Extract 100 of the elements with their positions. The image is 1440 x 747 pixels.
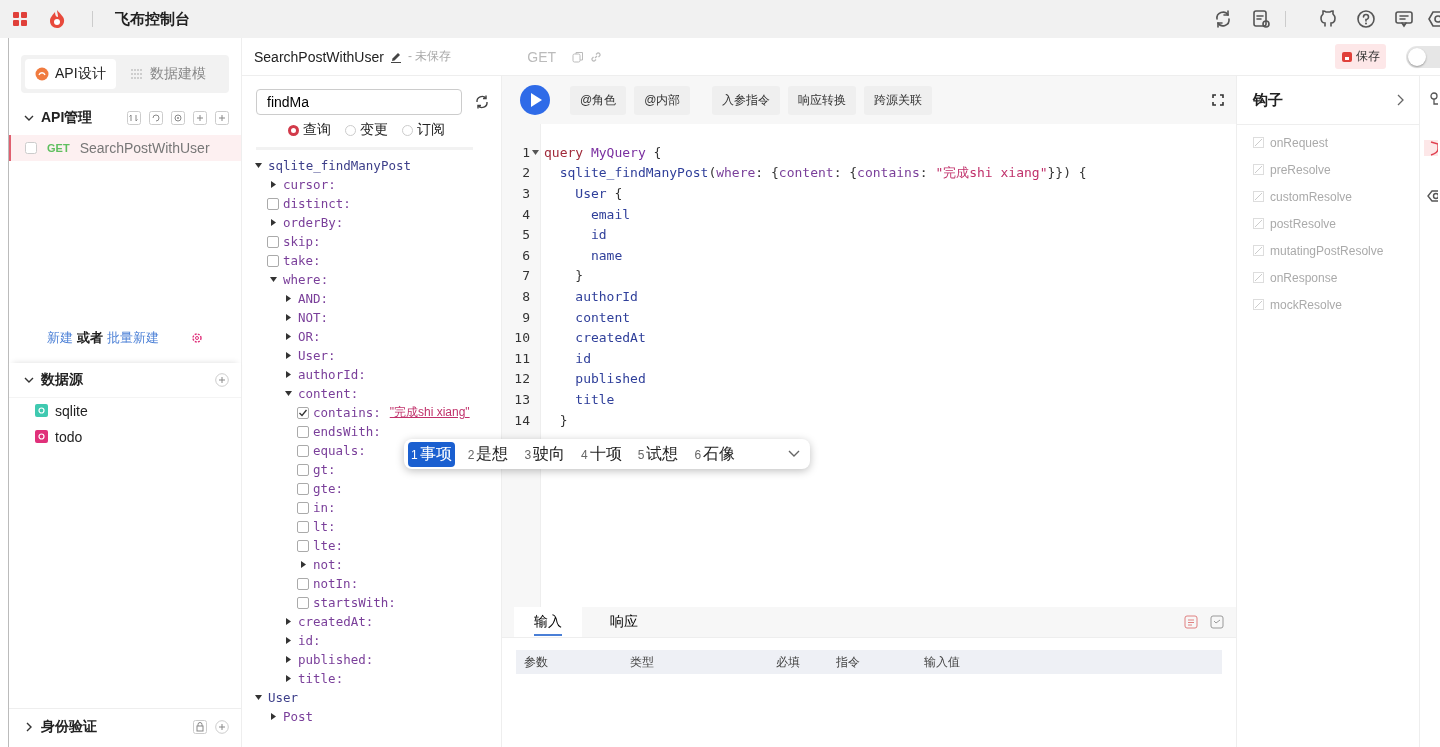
checkbox-icon[interactable] bbox=[297, 444, 309, 457]
candidate-item[interactable]: 5试想 bbox=[634, 441, 682, 467]
candidate-item[interactable]: 4十项 bbox=[578, 441, 625, 467]
flame-icon[interactable] bbox=[48, 9, 66, 29]
datasource-item[interactable]: sqlite bbox=[9, 397, 241, 424]
tree-item[interactable]: contains: "完成shi xiang" bbox=[242, 403, 501, 422]
tree-item[interactable]: gte: bbox=[242, 479, 501, 498]
panel-tab[interactable]: 响应 bbox=[590, 607, 658, 637]
tree-item[interactable]: endsWith: bbox=[242, 422, 501, 441]
candidate-item[interactable]: 3驶向 bbox=[521, 441, 569, 467]
chevron-down-icon[interactable] bbox=[788, 450, 800, 458]
checkbox-icon[interactable] bbox=[297, 463, 309, 476]
triangle-down-icon[interactable] bbox=[269, 275, 278, 284]
tree-item[interactable]: content: bbox=[242, 384, 501, 403]
checkbox-icon[interactable] bbox=[267, 254, 279, 267]
checkbox-icon[interactable] bbox=[297, 501, 309, 514]
triangle-right-icon[interactable] bbox=[284, 636, 293, 645]
tree-item[interactable]: where: bbox=[242, 270, 501, 289]
tree-item[interactable]: NOT: bbox=[242, 308, 501, 327]
tree-item[interactable]: published: bbox=[242, 650, 501, 669]
tree-item[interactable]: not: bbox=[242, 555, 501, 574]
refresh-icon[interactable] bbox=[474, 94, 490, 110]
fold-arrow-icon[interactable] bbox=[532, 148, 539, 156]
triangle-right-icon[interactable] bbox=[299, 560, 308, 569]
triangle-right-icon[interactable] bbox=[269, 180, 278, 189]
section-title[interactable]: 身份验证 bbox=[41, 718, 97, 736]
operation-radio[interactable]: 查询 bbox=[288, 121, 331, 139]
triangle-right-icon[interactable] bbox=[284, 617, 293, 626]
tree-item[interactable]: notIn: bbox=[242, 574, 501, 593]
edit-icon[interactable] bbox=[389, 50, 402, 63]
search-field[interactable]: findMa bbox=[256, 89, 462, 115]
checkbox-icon[interactable] bbox=[297, 425, 309, 438]
form-icon[interactable] bbox=[1184, 615, 1198, 629]
toggle-switch[interactable] bbox=[1406, 45, 1440, 68]
tree-item[interactable]: AND: bbox=[242, 289, 501, 308]
grid-icon[interactable] bbox=[12, 11, 28, 27]
toolbar-button[interactable]: @角色 bbox=[570, 85, 627, 115]
play-icon[interactable] bbox=[520, 85, 550, 115]
new-link[interactable]: 新建 bbox=[47, 328, 73, 347]
checkbox-icon[interactable] bbox=[297, 406, 309, 419]
triangle-down-icon[interactable] bbox=[284, 389, 293, 398]
batch-new-link[interactable]: 批量新建 bbox=[107, 328, 159, 347]
tree-item[interactable]: Post bbox=[242, 707, 501, 726]
checkbox-icon[interactable] bbox=[267, 235, 279, 248]
triangle-right-icon[interactable] bbox=[284, 332, 293, 341]
triangle-down-icon[interactable] bbox=[254, 161, 263, 170]
gear-icon[interactable] bbox=[191, 331, 203, 344]
tree-item[interactable]: distinct: bbox=[242, 194, 501, 213]
triangle-right-icon[interactable] bbox=[284, 655, 293, 664]
tree-item[interactable]: User: bbox=[242, 346, 501, 365]
tree-item[interactable]: authorId: bbox=[242, 365, 501, 384]
triangle-down-icon[interactable] bbox=[254, 693, 263, 702]
triangle-right-icon[interactable] bbox=[269, 218, 278, 227]
section-title[interactable]: API管理 bbox=[41, 109, 93, 127]
fullscreen-icon[interactable] bbox=[1212, 94, 1224, 106]
target-icon[interactable] bbox=[171, 111, 185, 125]
triangle-right-icon[interactable] bbox=[284, 674, 293, 683]
candidate-item[interactable]: 6石像 bbox=[691, 441, 739, 467]
checkbox-icon[interactable] bbox=[297, 577, 309, 590]
checkbox-icon[interactable] bbox=[25, 142, 37, 154]
tree-item[interactable]: take: bbox=[242, 251, 501, 270]
tree-item[interactable]: lt: bbox=[242, 517, 501, 536]
triangle-right-icon[interactable] bbox=[284, 313, 293, 322]
tree-item[interactable]: sqlite_findManyPost bbox=[242, 156, 501, 175]
triangle-right-icon[interactable] bbox=[284, 370, 293, 379]
document-preview-icon[interactable] bbox=[1251, 9, 1271, 29]
tree-item[interactable]: User bbox=[242, 688, 501, 707]
toolbar-button[interactable]: 跨源关联 bbox=[864, 85, 933, 115]
triangle-right-icon[interactable] bbox=[284, 351, 293, 360]
help-icon[interactable] bbox=[1356, 9, 1376, 29]
checkbox-icon[interactable] bbox=[297, 520, 309, 533]
candidate-item[interactable]: 1 事项 bbox=[408, 441, 455, 467]
checkbox-icon[interactable] bbox=[297, 482, 309, 495]
github-icon[interactable] bbox=[1318, 9, 1338, 29]
tree-item[interactable]: createdAt: bbox=[242, 612, 501, 631]
triangle-right-icon[interactable] bbox=[269, 712, 278, 721]
message-icon[interactable] bbox=[1394, 9, 1414, 29]
operation-radio[interactable]: 变更 bbox=[345, 121, 388, 139]
chevron-right-icon[interactable] bbox=[1397, 94, 1405, 106]
panel-tab[interactable]: 输入 bbox=[514, 607, 582, 637]
toolbar-button[interactable]: 响应转换 bbox=[788, 85, 857, 115]
tree-item[interactable]: cursor: bbox=[242, 175, 501, 194]
toolbar-button[interactable]: @内部 bbox=[634, 85, 691, 115]
tree-item[interactable]: orderBy: bbox=[242, 213, 501, 232]
refresh-icon[interactable] bbox=[1213, 9, 1233, 29]
sidebar-tab[interactable]: API设计 bbox=[25, 59, 116, 89]
tree-item[interactable]: OR: bbox=[242, 327, 501, 346]
api-list-item[interactable]: GET SearchPostWithUser bbox=[9, 135, 241, 161]
triangle-right-icon[interactable] bbox=[284, 294, 293, 303]
checkbox-icon[interactable] bbox=[297, 596, 309, 609]
tree-item[interactable]: skip: bbox=[242, 232, 501, 251]
save-button[interactable]: 保存 bbox=[1335, 44, 1386, 69]
tree-item[interactable]: in: bbox=[242, 498, 501, 517]
checkbox-icon[interactable] bbox=[267, 197, 279, 210]
toolbar-button[interactable]: 入参指令 bbox=[712, 85, 781, 115]
argument-value[interactable]: "完成shi xiang" bbox=[389, 404, 470, 421]
tree-item[interactable]: id: bbox=[242, 631, 501, 650]
datasource-item[interactable]: todo bbox=[9, 423, 241, 450]
tree-item[interactable]: lte: bbox=[242, 536, 501, 555]
candidate-item[interactable]: 2是想 bbox=[464, 441, 512, 467]
